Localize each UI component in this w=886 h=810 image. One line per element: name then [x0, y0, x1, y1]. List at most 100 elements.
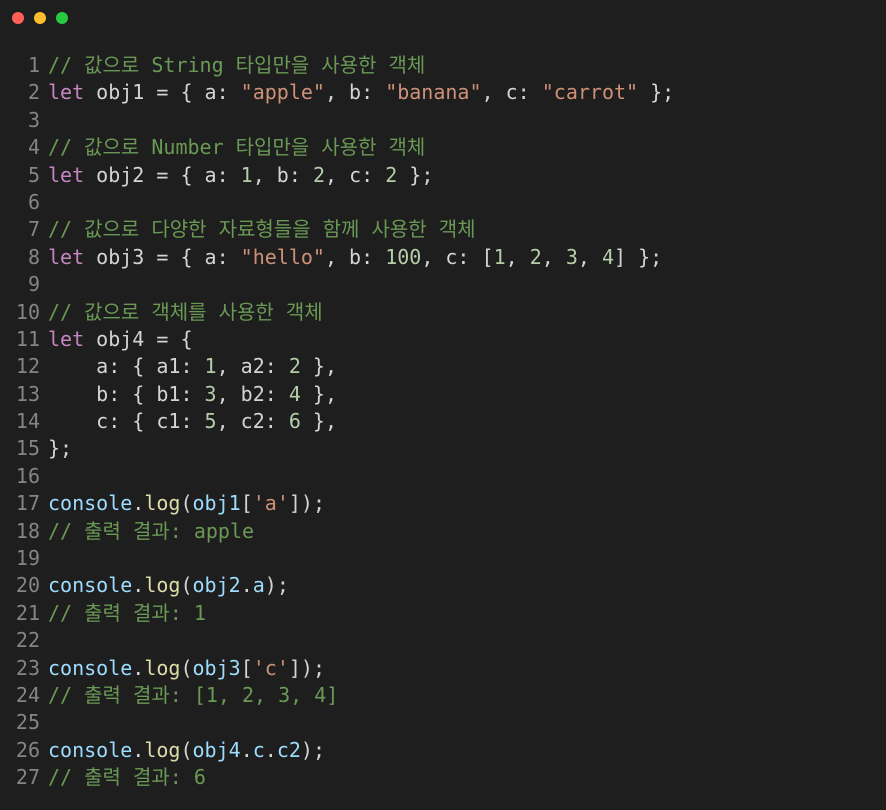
- code-token: , c:: [481, 80, 542, 105]
- line-text: // 값으로 Number 타입만을 사용한 객체: [48, 134, 425, 161]
- code-token: // 값으로 다양한 자료형들을 함께 사용한 객체: [48, 217, 476, 242]
- minimize-button[interactable]: [34, 12, 46, 24]
- code-line[interactable]: 20 console.log(obj2.a);: [0, 572, 886, 599]
- code-token: .: [132, 655, 145, 680]
- line-number: 3: [27, 107, 40, 132]
- line-text: // 출력 결과: 1: [48, 600, 206, 627]
- code-token: a: { a1:: [48, 354, 205, 379]
- code-line[interactable]: 4 // 값으로 Number 타입만을 사용한 객체: [0, 134, 886, 161]
- line-number: 14: [15, 409, 40, 434]
- code-line[interactable]: 13 b: { b1: 3, b2: 4 },: [0, 381, 886, 408]
- code-line[interactable]: 14 c: { c1: 5, c2: 6 },: [0, 408, 886, 435]
- code-token: let: [48, 244, 85, 269]
- code-token: 2: [529, 244, 542, 269]
- code-token: // 값으로 String 타입만을 사용한 객체: [48, 53, 426, 77]
- code-token: ,: [541, 244, 566, 269]
- line-number: 15: [15, 436, 40, 461]
- code-token: console: [48, 737, 133, 762]
- code-token: ]);: [288, 655, 325, 680]
- code-token: ,: [577, 244, 602, 269]
- line-number: 23: [15, 655, 40, 680]
- code-line[interactable]: 11 let obj4 = {: [0, 326, 886, 353]
- code-line[interactable]: 16: [0, 463, 886, 490]
- code-token: },: [300, 409, 338, 434]
- code-line[interactable]: 15};: [0, 435, 886, 462]
- code-token: 5: [204, 409, 217, 434]
- code-line[interactable]: 24 // 출력 결과: [1, 2, 3, 4]: [0, 682, 886, 709]
- code-line[interactable]: 10 // 값으로 객체를 사용한 객체: [0, 299, 886, 326]
- line-number: 8: [27, 244, 40, 269]
- code-line[interactable]: 3: [0, 107, 886, 134]
- code-token: console: [48, 491, 133, 516]
- code-token: // 값으로 Number 타입만을 사용한 객체: [48, 135, 426, 160]
- line-text: console.log(obj4.c.c2);: [48, 737, 325, 764]
- code-token: );: [300, 737, 326, 762]
- line-number: 16: [15, 463, 40, 488]
- code-line[interactable]: 9: [0, 271, 886, 298]
- title-bar: [0, 0, 886, 38]
- line-text: b: { b1: 3, b2: 4 },: [48, 381, 337, 408]
- code-line[interactable]: 18 // 출력 결과: apple: [0, 518, 886, 545]
- code-token: 100: [385, 244, 422, 269]
- code-token: , b2:: [216, 381, 289, 406]
- code-line[interactable]: 26 console.log(obj4.c.c2);: [0, 737, 886, 764]
- code-token: .: [132, 491, 145, 516]
- code-token: "carrot": [541, 80, 639, 105]
- line-number: 6: [27, 189, 40, 214]
- line-number: 17: [15, 491, 40, 516]
- code-line[interactable]: 17 console.log(obj1['a']);: [0, 490, 886, 517]
- line-number: 5: [27, 162, 40, 187]
- code-line[interactable]: 19: [0, 545, 886, 572]
- code-token: 1: [204, 354, 217, 379]
- code-token: console: [48, 655, 133, 680]
- maximize-button[interactable]: [56, 12, 68, 24]
- line-text: let obj4 = {: [48, 326, 193, 353]
- code-line[interactable]: 2 let obj1 = { a: "apple", b: "banana", c…: [0, 79, 886, 106]
- code-token: },: [300, 354, 338, 379]
- code-token: 3: [565, 244, 578, 269]
- line-text: a: { a1: 1, a2: 2 },: [48, 353, 337, 380]
- line-number: 19: [15, 546, 40, 571]
- line-text: // 값으로 객체를 사용한 객체: [48, 299, 323, 326]
- line-number: 12: [15, 354, 40, 379]
- code-token: log: [144, 655, 181, 680]
- code-token: obj1 = { a:: [84, 80, 241, 105]
- code-editor[interactable]: 1 // 값으로 String 타입만을 사용한 객체 2 let obj1 = { …: [0, 52, 886, 792]
- code-token: .: [240, 573, 253, 598]
- code-token: .: [264, 737, 277, 762]
- code-line[interactable]: 6: [0, 189, 886, 216]
- code-token: , b:: [324, 80, 386, 105]
- line-number: 9: [27, 272, 40, 297]
- line-number: 18: [15, 518, 40, 543]
- code-line[interactable]: 27 // 출력 결과: 6: [0, 764, 886, 791]
- line-number: 2: [27, 80, 40, 105]
- code-token: let: [48, 80, 85, 105]
- code-line[interactable]: 25: [0, 709, 886, 736]
- code-token: (: [180, 655, 193, 680]
- code-token: , b:: [324, 244, 386, 269]
- code-line[interactable]: 23 console.log(obj3['c']);: [0, 655, 886, 682]
- code-token: // 값으로 객체를 사용한 객체: [48, 299, 323, 324]
- code-token: c: [252, 737, 265, 762]
- code-token: // 출력 결과: [1, 2, 3, 4]: [48, 682, 339, 707]
- code-line[interactable]: 1 // 값으로 String 타입만을 사용한 객체: [0, 52, 886, 79]
- code-token: 1: [493, 244, 506, 269]
- code-line[interactable]: 7 // 값으로 다양한 자료형들을 함께 사용한 객체: [0, 216, 886, 243]
- code-line[interactable]: 8 let obj3 = { a: "hello", b: 100, c: [1,…: [0, 244, 886, 271]
- code-line[interactable]: 21 // 출력 결과: 1: [0, 600, 886, 627]
- code-token: 'c': [252, 655, 289, 680]
- code-line[interactable]: 5 let obj2 = { a: 1, b: 2, c: 2 };: [0, 162, 886, 189]
- code-token: log: [144, 573, 181, 598]
- code-token: obj4 = {: [84, 326, 193, 351]
- code-line[interactable]: 12 a: { a1: 1, a2: 2 },: [0, 353, 886, 380]
- line-number: 26: [15, 737, 40, 762]
- code-token: obj3 = { a:: [84, 244, 241, 269]
- line-text: let obj3 = { a: "hello", b: 100, c: [1, …: [48, 244, 662, 271]
- code-line[interactable]: 22: [0, 627, 886, 654]
- code-token: log: [144, 737, 181, 762]
- code-token: .: [240, 737, 253, 762]
- close-button[interactable]: [12, 12, 24, 24]
- line-number: 11: [15, 326, 40, 351]
- line-text: // 출력 결과: [1, 2, 3, 4]: [48, 682, 338, 709]
- code-token: , c2:: [216, 409, 289, 434]
